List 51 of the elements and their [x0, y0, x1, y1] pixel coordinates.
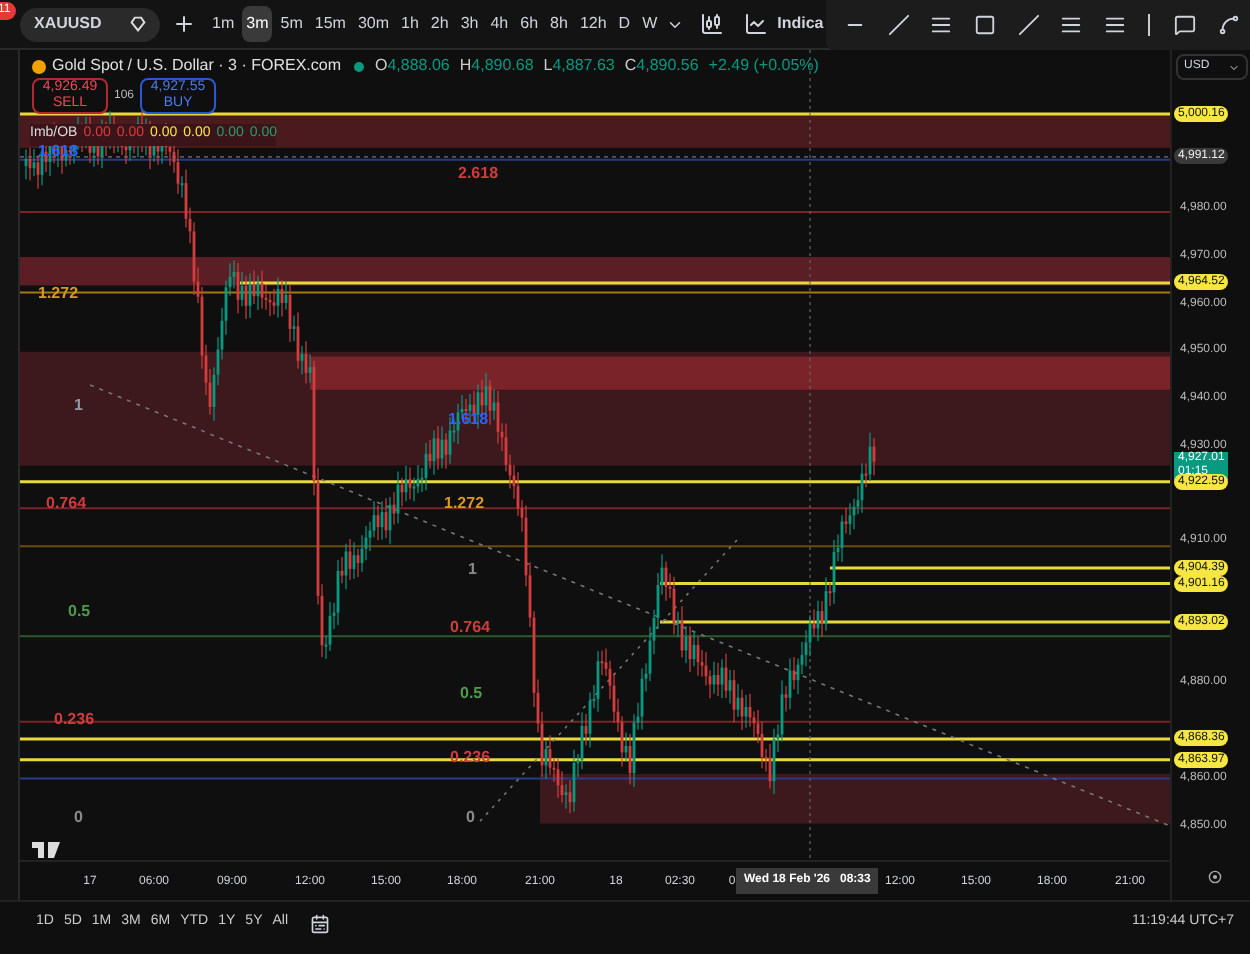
line-icon[interactable]	[1017, 14, 1040, 36]
candlestick-icon[interactable]	[699, 12, 724, 36]
fib-level-label: 0.236	[52, 710, 97, 728]
chevron-down-icon	[1228, 61, 1240, 73]
comment-icon[interactable]	[1174, 14, 1197, 36]
list-lines-icon[interactable]	[1103, 14, 1126, 36]
ohlc-value: C4,890.56	[624, 54, 699, 78]
fib-level-label: 2.618	[456, 164, 501, 182]
tradingview-logo-icon	[32, 842, 60, 858]
fib-level-label: 0	[72, 808, 85, 826]
interval-tab[interactable]: W	[638, 6, 662, 42]
price-change: +2.49 (+0.05%)	[708, 54, 819, 78]
interval-tab[interactable]: D	[614, 6, 635, 42]
interval-tab[interactable]: 3m	[242, 6, 273, 42]
interval-tab[interactable]: 1m	[208, 6, 239, 42]
fib-level-label: 0.5	[66, 602, 93, 620]
chart-title: Gold Spot / U.S. Dollar · 3 · FOREX.com	[52, 54, 341, 78]
fib-level-label: 0	[464, 808, 477, 826]
settings-icon[interactable]	[1208, 870, 1222, 884]
rectangle-icon[interactable]	[974, 14, 997, 36]
interval-tab[interactable]: 30m	[353, 6, 393, 42]
interval-tab[interactable]: 12h	[575, 6, 611, 42]
ohlc-value: L4,887.63	[543, 54, 615, 78]
interval-tab[interactable]: 15m	[310, 6, 350, 42]
vertical-line-icon[interactable]	[1146, 14, 1153, 36]
interval-tab[interactable]: 5m	[276, 6, 307, 42]
curve-icon[interactable]	[1217, 14, 1240, 36]
trend-line-icon[interactable]	[887, 14, 910, 36]
chart-line-icon[interactable]	[743, 12, 768, 36]
indicators-button[interactable]: Indica	[777, 12, 824, 36]
symbol-search[interactable]: XAUUSD	[20, 7, 160, 41]
fib-level-label: 0.5	[458, 684, 485, 702]
fib-level-label: 1.272	[442, 494, 487, 512]
ohlc-value: O4,888.06	[374, 54, 450, 78]
coin-icon	[32, 59, 46, 73]
interval-tab[interactable]: 2h	[426, 6, 453, 42]
diamond-icon	[130, 16, 146, 32]
fib-level-label: 1	[466, 560, 479, 578]
interval-tab[interactable]: 3h	[456, 6, 483, 42]
ohlc-value: H4,890.68	[459, 54, 534, 78]
fib-level-label: 1	[72, 396, 85, 414]
fib-levels-icon[interactable]	[1060, 14, 1083, 36]
interval-tab[interactable]: 1h	[397, 6, 423, 42]
calendar-icon[interactable]	[310, 913, 331, 933]
interval-tab[interactable]: 6h	[516, 6, 543, 42]
parallel-lines-icon[interactable]	[930, 14, 953, 36]
interval-tab[interactable]: 4h	[486, 6, 513, 42]
fib-level-label: 0.764	[448, 618, 493, 636]
fib-level-label: 0.764	[44, 494, 89, 512]
add-icon[interactable]	[172, 12, 196, 36]
interval-tab[interactable]: 8h	[546, 6, 572, 42]
